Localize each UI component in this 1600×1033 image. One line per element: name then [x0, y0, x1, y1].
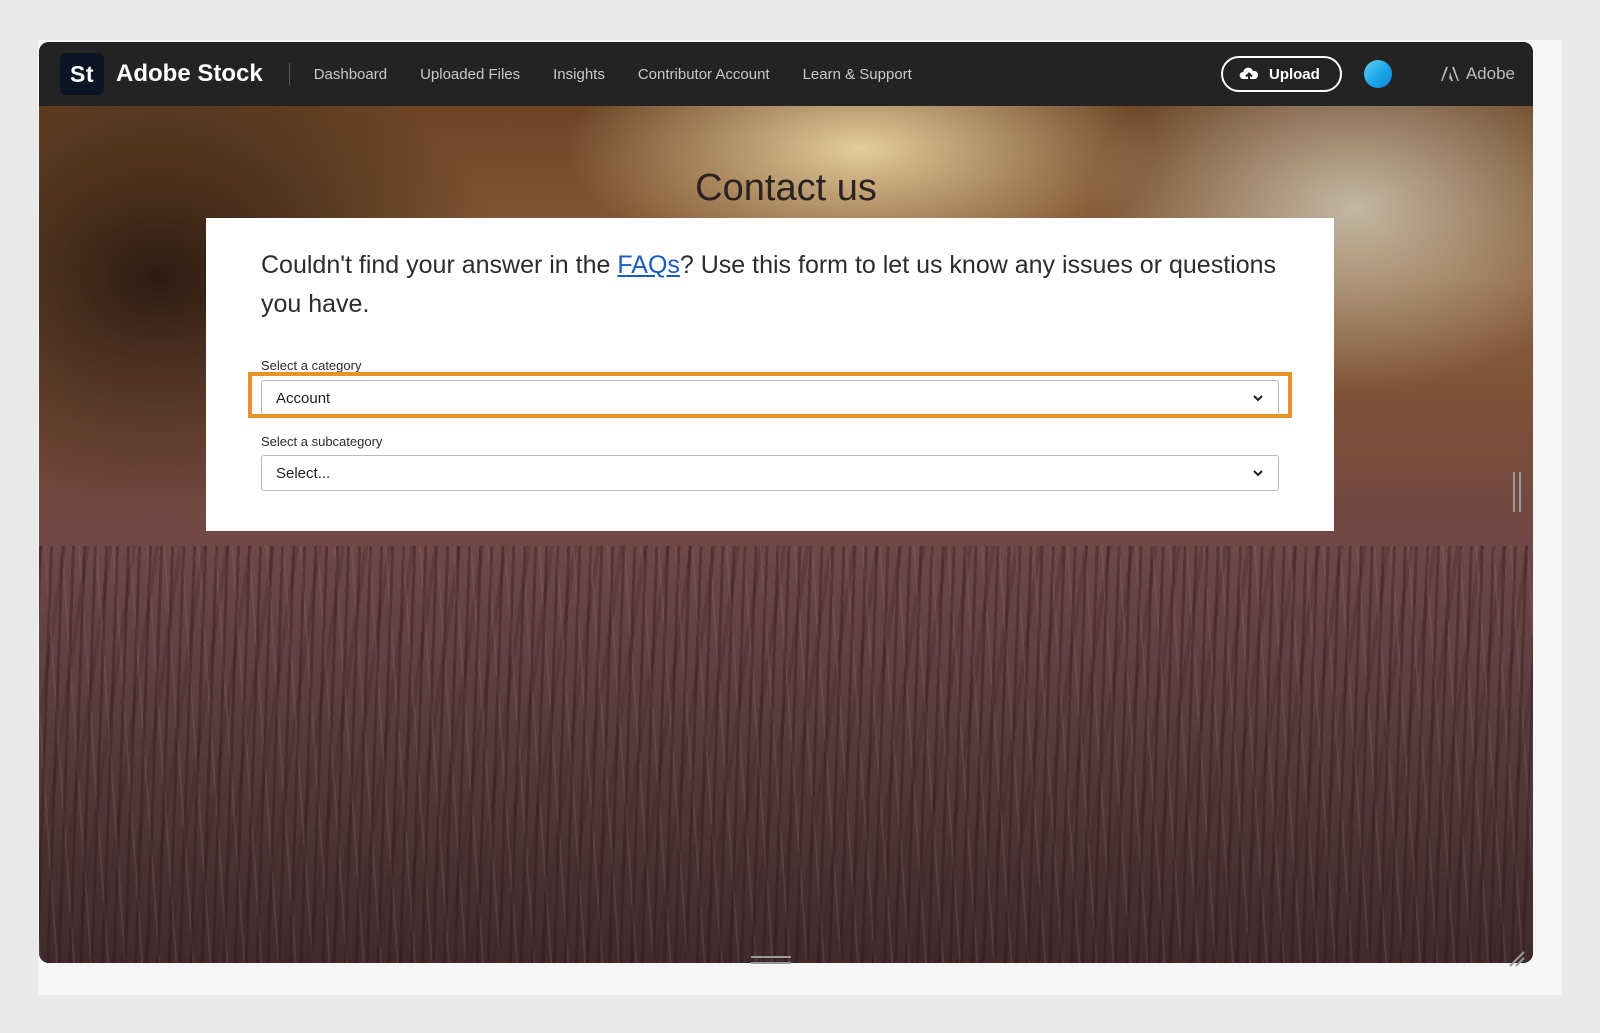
nav-divider — [288, 63, 290, 85]
subcategory-value: Select... — [276, 464, 331, 482]
upload-button[interactable]: Upload — [1220, 56, 1342, 92]
contact-form-card: Couldn't find your answer in the FAQs? U… — [206, 218, 1334, 531]
category-value: Account — [276, 389, 331, 407]
chevron-down-icon — [1253, 470, 1263, 477]
main-nav: Dashboard Uploaded Files Insights Contri… — [314, 66, 945, 83]
lavender-field-image — [39, 546, 1533, 963]
adobe-logo-icon — [1440, 67, 1459, 81]
nav-learn-support[interactable]: Learn & Support — [803, 66, 912, 83]
top-navigation-bar: St Adobe Stock Dashboard Uploaded Files … — [39, 42, 1533, 106]
page-title: Contact us — [695, 167, 877, 210]
chevron-down-icon — [1253, 395, 1263, 402]
upload-button-label: Upload — [1268, 65, 1320, 83]
adobe-label: Adobe — [1465, 64, 1515, 83]
hero-background: Contact us Couldn't find your answer in … — [39, 106, 1533, 963]
intro-text: Couldn't find your answer in the FAQs? U… — [261, 246, 1279, 324]
corner-resize-grip-icon[interactable] — [1506, 948, 1526, 968]
header-tools: Upload Adobe — [1220, 42, 1533, 106]
bottom-resize-handle[interactable] — [751, 956, 791, 964]
side-resize-handle[interactable] — [1513, 472, 1521, 512]
nav-uploaded-files[interactable]: Uploaded Files — [420, 66, 520, 83]
brand-name[interactable]: Adobe Stock — [116, 60, 263, 88]
nav-contributor-account[interactable]: Contributor Account — [638, 66, 770, 83]
nav-dashboard[interactable]: Dashboard — [314, 66, 387, 83]
category-select[interactable]: Account — [261, 380, 1279, 416]
user-avatar[interactable] — [1363, 60, 1392, 88]
upload-cloud-icon — [1239, 67, 1259, 81]
subcategory-select[interactable]: Select... — [261, 455, 1279, 491]
nav-insights[interactable]: Insights — [553, 66, 605, 83]
subcategory-label: Select a subcategory — [261, 434, 383, 449]
browser-window: St Adobe Stock Dashboard Uploaded Files … — [39, 42, 1533, 963]
adobe-brand[interactable]: Adobe — [1440, 64, 1515, 84]
category-label: Select a category — [261, 358, 362, 373]
intro-text-before: Couldn't find your answer in the — [261, 251, 618, 279]
adobe-stock-logo[interactable]: St — [60, 53, 104, 95]
faqs-link[interactable]: FAQs — [617, 251, 680, 279]
